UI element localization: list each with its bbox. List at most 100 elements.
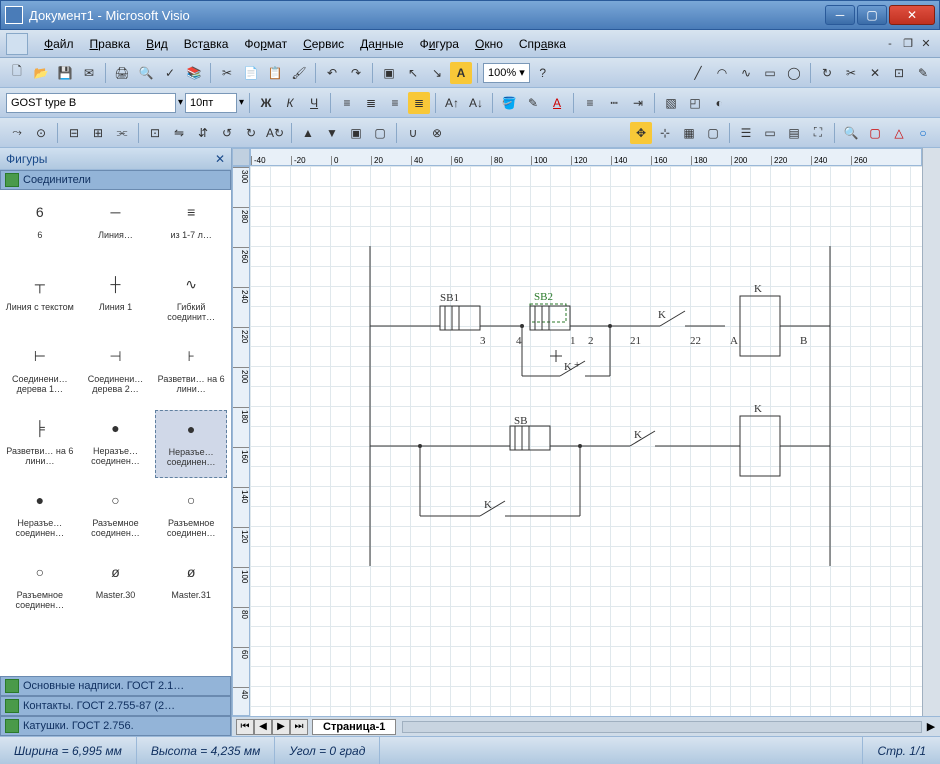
stencil-shape[interactable]: ○Разъемное соединен… [80,482,152,550]
shapes-window-button[interactable]: ▣ [378,62,400,84]
shapes-panel-close[interactable]: ✕ [215,152,225,166]
tab-next[interactable]: ▶ [272,719,290,735]
zoom-combo[interactable]: 100% ▾ [483,63,530,83]
layer-props[interactable]: ☰ [735,122,757,144]
stencil-header[interactable]: Основные надписи. ГОСТ 2.1… [0,676,231,696]
group[interactable]: ▣ [345,122,367,144]
stamp-tool[interactable]: ⊡ [888,62,910,84]
bold-button[interactable]: Ж [255,92,277,114]
minimize-button[interactable]: ─ [825,5,855,25]
corners-button[interactable]: ◰ [684,92,706,114]
bring-front[interactable]: ▲ [297,122,319,144]
pencil-tool[interactable]: ✎ [912,62,934,84]
stencil-shape[interactable]: ╞Разветви… на 6 лини… [4,410,76,478]
shape-warn[interactable]: △ [888,122,910,144]
paste-button[interactable]: 📋 [264,62,286,84]
transparency-button[interactable]: ◐ [708,92,730,114]
freeform-tool[interactable]: ∿ [735,62,757,84]
distribute-shapes[interactable]: ⊞ [87,122,109,144]
zoom-fit[interactable]: 🔍 [840,122,862,144]
stencil-header[interactable]: Контакты. ГОСТ 2.755-87 (2… [0,696,231,716]
shape-red[interactable]: ▢ [864,122,886,144]
crop-tool[interactable]: ✂ [840,62,862,84]
rotate-left[interactable]: ↺ [216,122,238,144]
menu-data[interactable]: Данные [352,33,411,55]
layout-shapes[interactable]: ⊡ [144,122,166,144]
connect-shapes[interactable]: ⫘ [111,122,133,144]
snap-toggle[interactable]: ⊹ [654,122,676,144]
tab-first[interactable]: ⏮ [236,719,254,735]
menu-help[interactable]: Справка [511,33,574,55]
connector-tool-button[interactable]: ↘ [426,62,448,84]
ruler-horizontal[interactable]: -40-200204060801001201401601802002202402… [250,148,922,166]
stencil-header[interactable]: Катушки. ГОСТ 2.756. [0,716,231,736]
menu-file[interactable]: Файл [36,33,82,55]
menu-window[interactable]: Окно [467,33,511,55]
text-tool-button[interactable]: A [450,62,472,84]
new-button[interactable]: 🗋 [6,62,28,84]
print-button[interactable]: 🖨 [111,62,133,84]
underline-button[interactable]: Ч [303,92,325,114]
scroll-up[interactable] [922,148,940,166]
page-tab-1[interactable]: Страница-1 [312,719,396,735]
pan-zoom[interactable]: ✥ [630,122,652,144]
line-weight-button[interactable]: ≡ [579,92,601,114]
shape-blue[interactable]: ○ [912,122,934,144]
glue-toggle[interactable]: ⊙ [30,122,52,144]
stencil-shape[interactable]: ⊦Разветви… на 6 лини… [155,338,227,406]
align-left-button[interactable]: ≡ [336,92,358,114]
save-button[interactable]: 💾 [54,62,76,84]
stencil-active-header[interactable]: Соединители [0,170,231,190]
align-justify-button[interactable]: ≣ [408,92,430,114]
send-back[interactable]: ▼ [321,122,343,144]
stencil-shape[interactable]: ○Разъемное соединен… [155,482,227,550]
stencil-shape[interactable]: ┬Линия с текстом [4,266,76,334]
rotate-tool[interactable]: ↻ [816,62,838,84]
stencil-shape[interactable]: ─Линия… [80,194,152,262]
visio-icon[interactable] [6,33,28,55]
vertical-scrollbar[interactable] [922,166,940,716]
union[interactable]: ∪ [402,122,424,144]
flip-v[interactable]: ⇵ [192,122,214,144]
flip-h[interactable]: ⇋ [168,122,190,144]
rectangle-tool[interactable]: ▭ [759,62,781,84]
tab-prev[interactable]: ◀ [254,719,272,735]
align-center-button[interactable]: ≣ [360,92,382,114]
stencil-shape[interactable]: øMaster.31 [155,554,227,622]
ruler-vertical[interactable]: 300280260240220200180160140120100806040 [232,166,250,716]
arc-tool[interactable]: ◠ [711,62,733,84]
ungroup[interactable]: ▢ [369,122,391,144]
italic-button[interactable]: К [279,92,301,114]
fill-color-button[interactable]: 🪣 [498,92,520,114]
stencil-shape[interactable]: ⊢Соединени… дерева 1… [4,338,76,406]
circuit-diagram[interactable]: SB1 34 SB2 12 21 K [330,226,880,606]
cut-button[interactable]: ✂ [216,62,238,84]
align-shapes[interactable]: ⊟ [63,122,85,144]
stencil-shape[interactable]: ○Разъемное соединен… [4,554,76,622]
scroll-right[interactable]: ▶ [922,720,940,733]
ellipse-tool[interactable]: ◯ [783,62,805,84]
research-button[interactable]: 📚 [183,62,205,84]
pointer-tool-button[interactable]: ↖ [402,62,424,84]
stencil-shape[interactable]: ●Неразъе… соединен… [4,482,76,550]
mdi-close[interactable]: ✕ [918,36,934,52]
explorer[interactable]: ▤ [783,122,805,144]
shadow-button[interactable]: ▧ [660,92,682,114]
line-tool[interactable]: ╱ [687,62,709,84]
ruler-toggle[interactable]: ▢ [702,122,724,144]
format-painter-button[interactable]: 🖌 [288,62,310,84]
full-screen[interactable]: ⛶ [807,122,829,144]
mail-button[interactable]: ✉ [78,62,100,84]
help-button[interactable]: ? [532,62,554,84]
align-right-button[interactable]: ≡ [384,92,406,114]
fragment[interactable]: ⊗ [426,122,448,144]
maximize-button[interactable]: ▢ [857,5,887,25]
line-pattern-button[interactable]: ┉ [603,92,625,114]
menu-insert[interactable]: Вставка [176,33,237,55]
rotate-text[interactable]: A↻ [264,122,286,144]
font-size-up[interactable]: A↑ [441,92,463,114]
undo-button[interactable]: ↶ [321,62,343,84]
drawing-canvas[interactable]: SB1 34 SB2 12 21 K [250,166,922,716]
font-name-combo[interactable] [6,93,176,113]
print-preview-button[interactable]: 🔍 [135,62,157,84]
